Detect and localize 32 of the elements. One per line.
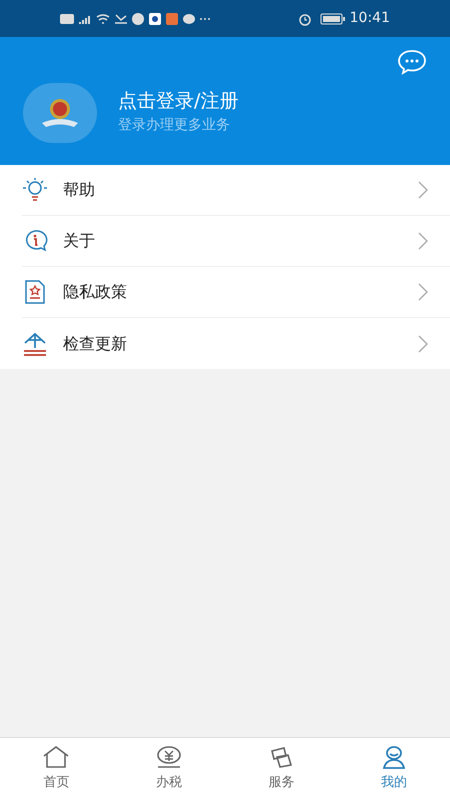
menu-item[interactable]: 关于 [22, 216, 450, 267]
chat-bubble-icon[interactable] [397, 49, 427, 75]
tab[interactable]: 首页 [0, 738, 112, 800]
menu-item[interactable]: 帮助 [22, 165, 450, 216]
menu-label: 隐私政策 [63, 281, 128, 303]
login-title[interactable]: 点击登录/注册 [118, 90, 238, 114]
coin-icon [154, 745, 183, 770]
app-icon [166, 12, 178, 24]
wifi-icon [96, 14, 110, 24]
upload-icon [22, 330, 48, 356]
lightbulb-icon [22, 177, 48, 203]
tab[interactable]: 我的 [338, 738, 450, 800]
chevron-icon [418, 334, 428, 352]
app-icon [149, 12, 161, 24]
status-time: 10:41 [350, 9, 390, 28]
signal-icon [79, 14, 91, 24]
tab[interactable]: 服务 [225, 738, 338, 800]
app-icon [132, 12, 144, 24]
message-icon [183, 14, 195, 24]
home-icon [42, 745, 70, 770]
menu-label: 帮助 [63, 179, 96, 201]
menu-label: 关于 [63, 230, 96, 252]
chevron-icon [418, 181, 428, 199]
alarm-icon [298, 12, 312, 26]
menu-label: 检查更新 [63, 332, 128, 354]
battery-icon [320, 12, 346, 24]
menu-item[interactable]: 检查更新 [22, 318, 450, 369]
chevron-icon [418, 283, 428, 301]
login-subtitle: 登录办理更多业务 [118, 116, 231, 136]
chevron-icon [418, 232, 428, 250]
tab[interactable]: 办税 [112, 738, 225, 800]
menu-item[interactable]: 隐私政策 [22, 267, 450, 318]
